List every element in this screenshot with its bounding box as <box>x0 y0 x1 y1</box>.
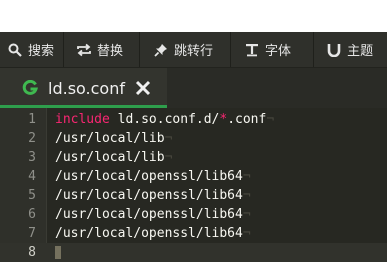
code-line[interactable]: 1 include ld.so.conf.d/*.conf¬ <box>0 110 387 129</box>
code-line-current[interactable]: 8 <box>0 243 387 262</box>
tab-ld-so-conf[interactable]: ld.so.conf <box>0 68 167 108</box>
path-text: /usr/local/lib <box>55 131 165 146</box>
font-label: 字体 <box>265 44 292 59</box>
tab-bar: ld.so.conf <box>0 68 387 108</box>
line-number: 1 <box>28 112 36 127</box>
path-text: ld.so.conf.d/ <box>109 112 220 127</box>
pin-icon <box>153 42 169 58</box>
line-text: /usr/local/lib¬ <box>55 129 172 148</box>
theme-icon <box>326 42 342 58</box>
line-text: include ld.so.conf.d/*.conf¬ <box>55 110 274 129</box>
code-line[interactable]: 4 /usr/local/openssl/lib64¬ <box>0 167 387 186</box>
goto-line-label: 跳转行 <box>174 44 214 59</box>
path-text: /usr/local/openssl/lib64 <box>55 169 243 184</box>
code-line[interactable]: 5 /usr/local/openssl/lib64¬ <box>0 186 387 205</box>
g-file-icon <box>22 80 38 96</box>
search-label: 搜索 <box>28 44 55 59</box>
toolbar: 搜索 替换 跳转行 字体 主题 <box>0 32 387 68</box>
line-text: /usr/local/openssl/lib64¬ <box>55 167 251 186</box>
eol-marker: ¬ <box>164 131 173 146</box>
text-cursor <box>55 246 61 259</box>
line-number: 6 <box>28 207 36 222</box>
eol-marker: ¬ <box>266 112 275 127</box>
line-number: 2 <box>28 131 36 146</box>
line-number: 4 <box>28 169 36 184</box>
close-icon[interactable] <box>134 79 152 97</box>
code-line[interactable]: 3 /usr/local/lib¬ <box>0 148 387 167</box>
path-text: /usr/local/openssl/lib64 <box>55 207 243 222</box>
line-text: /usr/local/openssl/lib64¬ <box>55 224 251 243</box>
eol-marker: ¬ <box>242 226 251 241</box>
line-text <box>55 243 61 262</box>
eol-marker: ¬ <box>164 150 173 165</box>
line-number: 3 <box>28 150 36 165</box>
line-text: /usr/local/lib¬ <box>55 148 172 167</box>
path-text: /usr/local/openssl/lib64 <box>55 226 243 241</box>
path-suffix: .conf <box>227 112 267 127</box>
line-number: 5 <box>28 188 36 203</box>
line-text: /usr/local/openssl/lib64¬ <box>55 186 251 205</box>
search-button[interactable]: 搜索 <box>0 32 63 67</box>
text-format-icon <box>244 42 260 58</box>
code-line[interactable]: 7 /usr/local/openssl/lib64¬ <box>0 224 387 243</box>
line-number: 7 <box>28 226 36 241</box>
code-editor[interactable]: 1 include ld.so.conf.d/*.conf¬ 2 /usr/lo… <box>0 108 387 262</box>
keyword: include <box>55 112 110 127</box>
replace-label: 替换 <box>97 44 124 59</box>
line-number: 8 <box>28 245 36 260</box>
code-line[interactable]: 2 /usr/local/lib¬ <box>0 129 387 148</box>
theme-button[interactable]: 主题 <box>314 32 373 67</box>
theme-label: 主题 <box>347 44 374 59</box>
eol-marker: ¬ <box>242 207 251 222</box>
tab-label: ld.so.conf <box>48 78 125 98</box>
code-line[interactable]: 6 /usr/local/openssl/lib64¬ <box>0 205 387 224</box>
font-button[interactable]: 字体 <box>231 32 313 67</box>
replace-icon <box>76 42 92 58</box>
eol-marker: ¬ <box>242 169 251 184</box>
eol-marker: ¬ <box>242 188 251 203</box>
line-text: /usr/local/openssl/lib64¬ <box>55 205 251 224</box>
search-icon <box>7 42 23 58</box>
path-text: /usr/local/lib <box>55 150 165 165</box>
path-text: /usr/local/openssl/lib64 <box>55 188 243 203</box>
goto-line-button[interactable]: 跳转行 <box>140 32 230 67</box>
replace-button[interactable]: 替换 <box>64 32 139 67</box>
window-top-strip <box>0 0 387 32</box>
